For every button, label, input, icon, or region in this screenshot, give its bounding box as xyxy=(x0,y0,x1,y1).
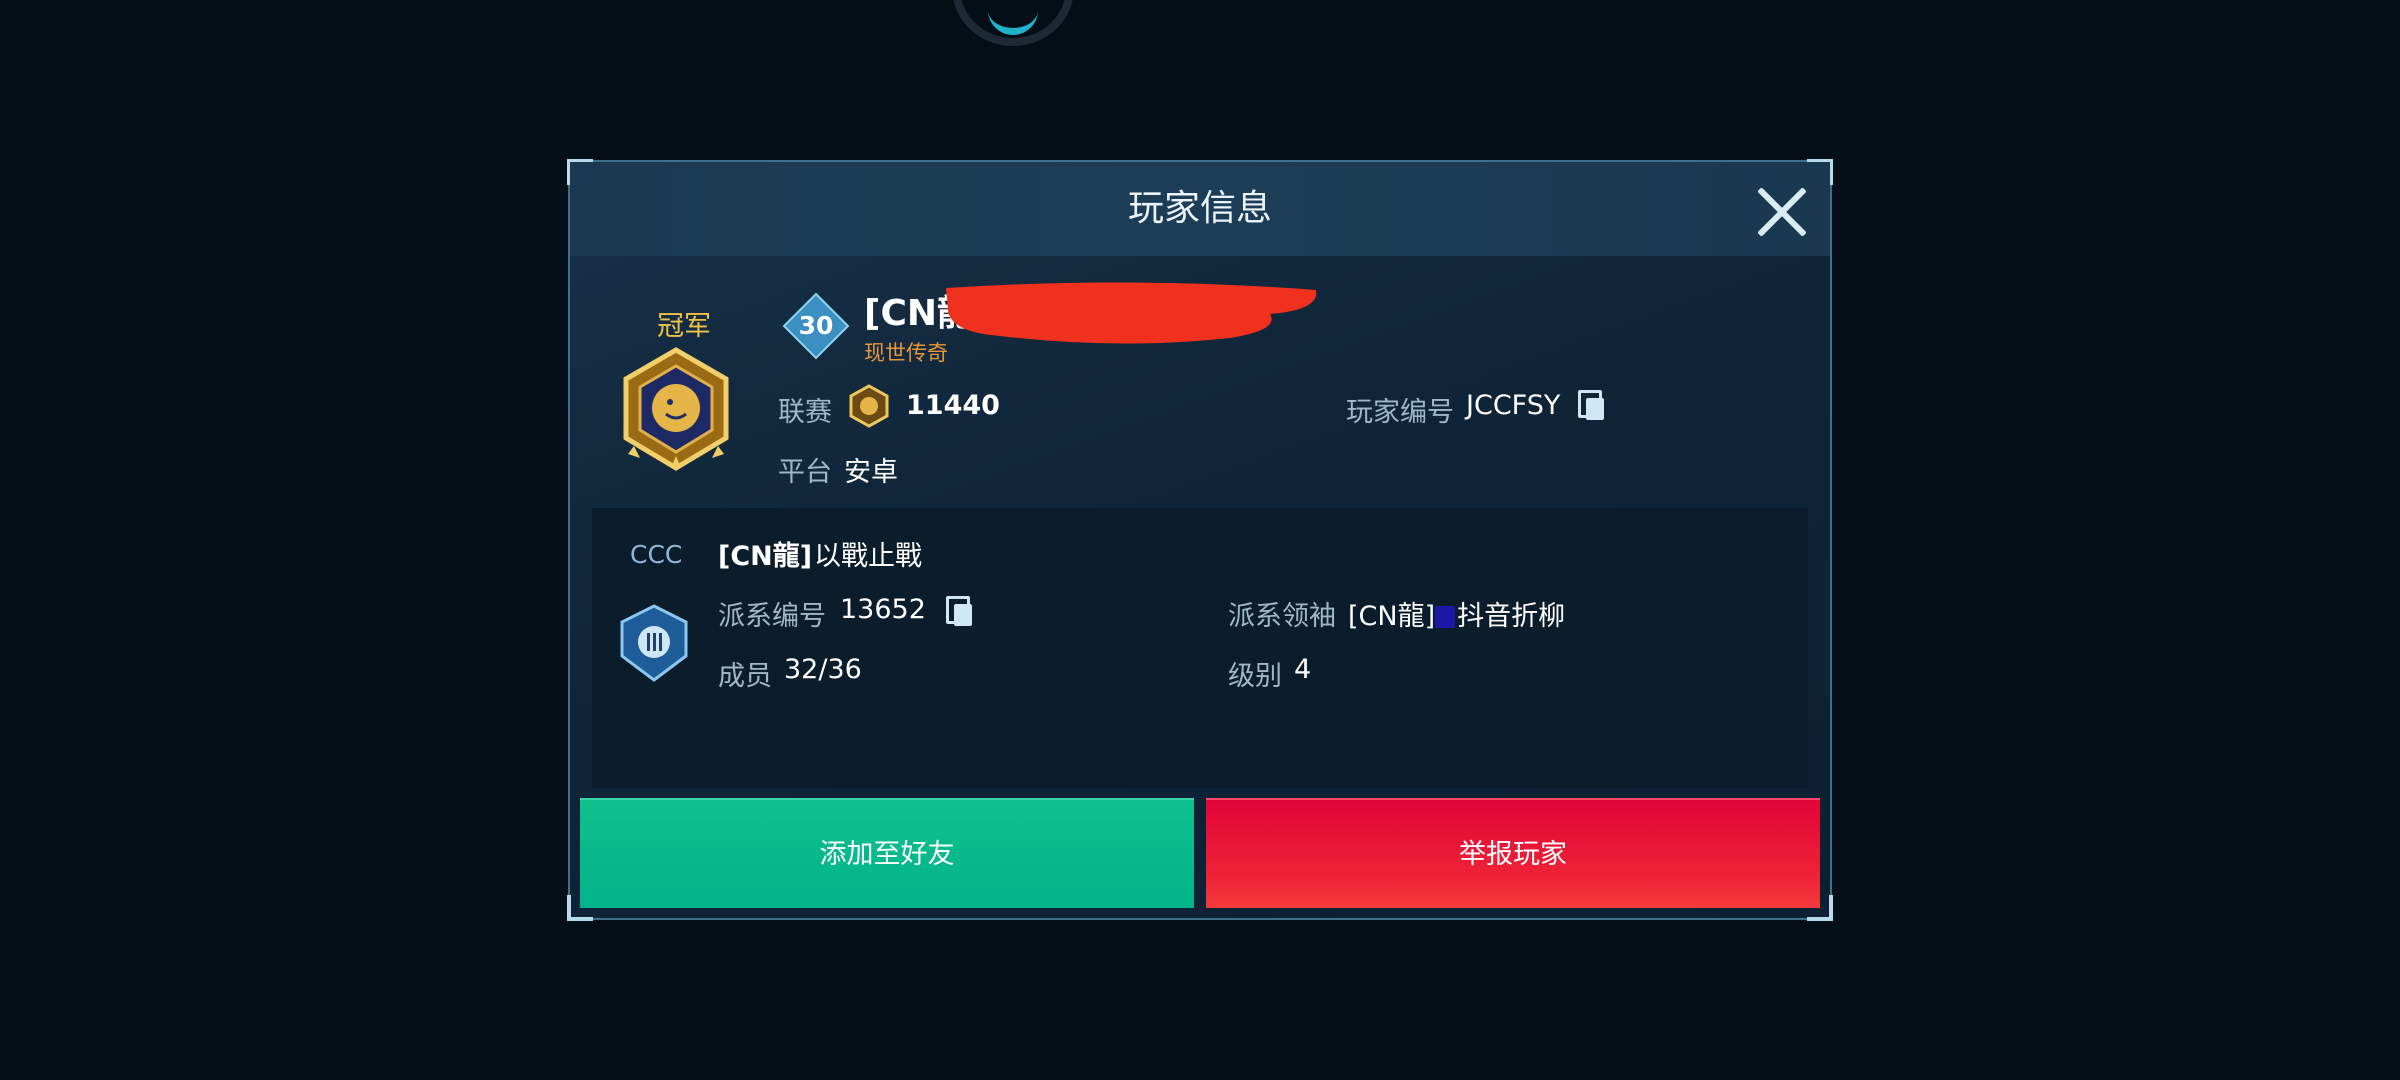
league-label: 联赛 xyxy=(778,397,832,428)
faction-leader-label: 派系领袖 xyxy=(1228,601,1336,632)
platform-label: 平台 xyxy=(778,457,832,488)
league-points: 11440 xyxy=(906,390,1000,421)
champion-lion-medal-icon xyxy=(623,347,729,471)
faction-name: 以戰止戰 xyxy=(814,541,922,572)
platform-value: 安卓 xyxy=(844,457,898,488)
player-id-label: 玩家编号 xyxy=(1346,397,1454,428)
player-info-dialog: 玩家信息 冠军 30 [CN龍 现世传奇 联赛 11440 平台 安卓 玩家编号… xyxy=(567,159,1833,921)
faction-leader-prefix: [CN龍] xyxy=(1348,601,1436,632)
add-friend-button[interactable]: 添加至好友 xyxy=(580,798,1194,908)
rank-label: 冠军 xyxy=(657,311,711,342)
faction-leader: [CN龍] 抖音折柳 xyxy=(1348,594,1565,633)
report-player-button[interactable]: 举报玩家 xyxy=(1206,798,1820,908)
faction-emblem-icon xyxy=(620,604,688,682)
copy-player-id-icon[interactable] xyxy=(1578,390,1606,422)
player-level: 30 xyxy=(798,311,834,340)
redaction-mark xyxy=(946,282,1317,344)
player-title: 现世传奇 xyxy=(864,341,948,365)
faction-tag: CCC xyxy=(630,540,683,569)
faction-id-value: 13652 xyxy=(840,594,926,625)
copy-faction-id-icon[interactable] xyxy=(946,596,974,628)
loading-spinner-icon xyxy=(952,0,1074,46)
faction-level-value: 4 xyxy=(1294,654,1312,685)
faction-members-label: 成员 xyxy=(718,661,772,692)
faction-panel: CCC [CN龍] 以戰止戰 派系编号 13652 成员 32/36 派系领袖 … xyxy=(592,508,1808,788)
faction-id-label: 派系编号 xyxy=(718,601,826,632)
dialog-title: 玩家信息 xyxy=(1127,188,1272,229)
faction-members-value: 32/36 xyxy=(784,654,862,685)
close-button[interactable] xyxy=(1756,186,1808,238)
league-lion-icon xyxy=(849,384,889,428)
leader-color-square-icon xyxy=(1435,606,1456,628)
faction-name-prefix: [CN龍] xyxy=(718,541,813,572)
player-id-value: JCCFSY xyxy=(1466,390,1561,421)
faction-level-label: 级别 xyxy=(1228,661,1282,692)
faction-leader-name: 抖音折柳 xyxy=(1457,601,1566,632)
